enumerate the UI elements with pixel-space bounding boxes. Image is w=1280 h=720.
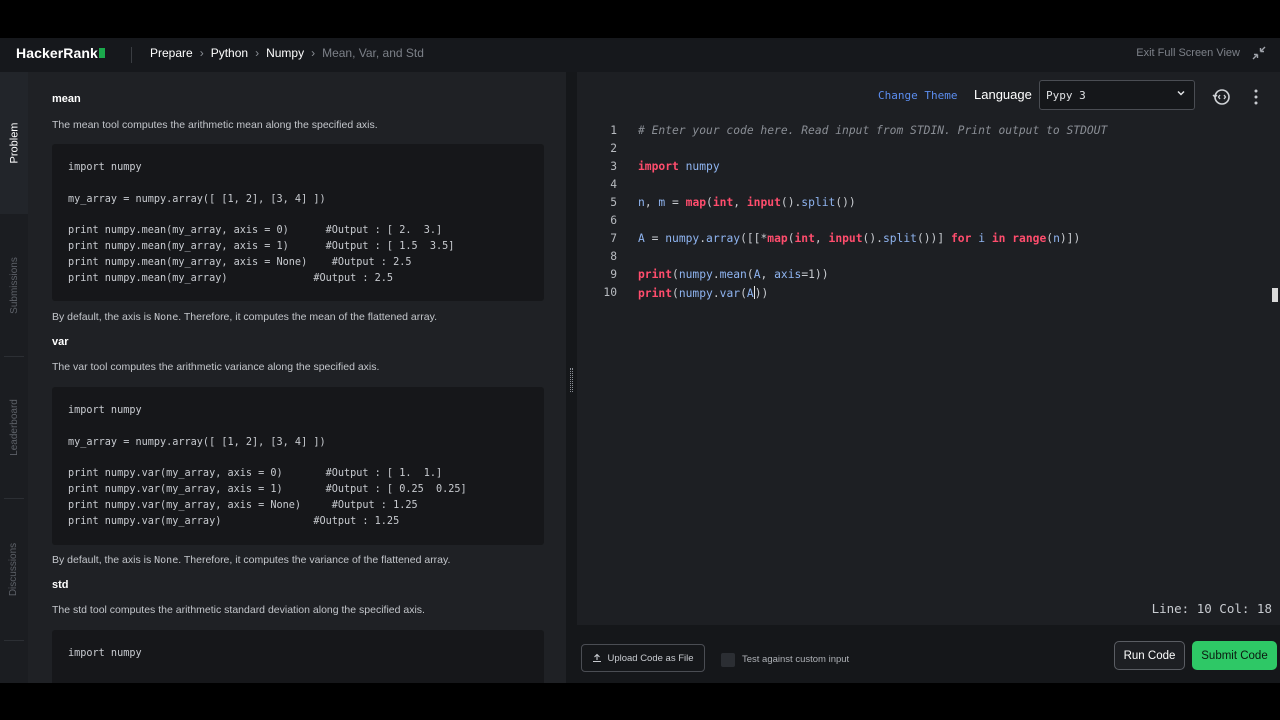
code-line: 10 print(numpy.var(A))	[603, 286, 769, 300]
logo-divider	[131, 47, 132, 63]
upload-icon	[593, 653, 602, 663]
code-line: 9 print(numpy.mean(A, axis=1))	[610, 268, 829, 281]
breadcrumb: Prepare › Python › Numpy › Mean, Var, an…	[150, 46, 424, 60]
code-example-mean: import numpy my_array = numpy.array([ [1…	[52, 144, 544, 301]
language-label: Language	[974, 87, 1032, 102]
restore-history-icon[interactable]	[1212, 87, 1232, 107]
tab-submissions[interactable]: Submissions	[0, 214, 28, 356]
code-line: 6	[610, 214, 617, 227]
breadcrumb-current: Mean, Var, and Std	[322, 46, 424, 60]
section-note-var: By default, the axis is None. Therefore,…	[52, 554, 451, 566]
tab-problem[interactable]: Problem	[0, 72, 28, 214]
code-line: 3 import numpy	[610, 160, 720, 173]
submit-code-button[interactable]: Submit Code	[1192, 641, 1277, 670]
custom-input-label[interactable]: Test against custom input	[742, 654, 849, 665]
section-title-mean: mean	[52, 93, 81, 105]
cursor-position-status: Line: 10 Col: 18	[1151, 601, 1272, 616]
upload-code-button[interactable]: Upload Code as File	[581, 644, 705, 672]
section-desc-var: The var tool computes the arithmetic var…	[52, 361, 380, 373]
code-line: 5 n, m = map(int, input().split())	[610, 196, 856, 209]
breadcrumb-python[interactable]: Python	[211, 46, 248, 60]
section-title-std: std	[52, 579, 69, 591]
collapse-icon[interactable]	[1252, 46, 1266, 60]
code-line: 2	[610, 142, 617, 155]
side-tab-rail: Problem Submissions Leaderboard Discussi…	[0, 72, 28, 683]
code-line: 7A = numpy.array([[*map(int, input().spl…	[610, 232, 1081, 245]
section-desc-std: The std tool computes the arithmetic sta…	[52, 604, 425, 616]
language-select[interactable]: Pypy 3	[1039, 80, 1195, 110]
section-title-var: var	[52, 336, 69, 348]
code-example-var: import numpy my_array = numpy.array([ [1…	[52, 387, 544, 545]
panel-resize-handle[interactable]	[566, 72, 577, 683]
run-code-button[interactable]: Run Code	[1114, 641, 1185, 670]
code-editor[interactable]: Change Theme Language Pypy 3 1 # Enter yo…	[577, 72, 1280, 625]
chevron-right-icon: ›	[199, 46, 204, 60]
hackerrank-logo[interactable]: HackerRank	[16, 45, 105, 61]
custom-input-checkbox[interactable]	[721, 653, 735, 667]
change-theme-link[interactable]: Change Theme	[878, 89, 957, 102]
tab-discussions[interactable]: Discussions	[0, 498, 28, 640]
rail-divider	[4, 640, 24, 641]
code-example-std: import numpy	[52, 630, 544, 683]
editor-panel: Change Theme Language Pypy 3 1 # Enter yo…	[577, 72, 1280, 683]
breadcrumb-prepare[interactable]: Prepare	[150, 46, 193, 60]
breadcrumb-numpy[interactable]: Numpy	[266, 46, 304, 60]
code-line: 4	[610, 178, 617, 191]
section-note-mean: By default, the axis is None. Therefore,…	[52, 311, 437, 323]
exit-fullscreen-link[interactable]: Exit Full Screen View	[1136, 47, 1240, 59]
chevron-down-icon	[1176, 88, 1186, 101]
more-options-icon[interactable]	[1253, 88, 1261, 106]
code-line: 8	[610, 250, 617, 263]
language-value: Pypy 3	[1046, 89, 1086, 102]
problem-statement: mean The mean tool computes the arithmet…	[28, 72, 566, 683]
top-bar: HackerRank Prepare › Python › Numpy › Me…	[0, 38, 1280, 72]
tab-leaderboard[interactable]: Leaderboard	[0, 356, 28, 498]
section-desc-mean: The mean tool computes the arithmetic me…	[52, 119, 378, 131]
upload-code-label: Upload Code as File	[607, 652, 694, 664]
scrollbar-thumb[interactable]	[1272, 288, 1278, 302]
chevron-right-icon: ›	[255, 46, 260, 60]
chevron-right-icon: ›	[311, 46, 316, 60]
drag-grip-icon[interactable]	[570, 368, 573, 392]
code-line: 1 # Enter your code here. Read input from…	[610, 124, 1108, 137]
